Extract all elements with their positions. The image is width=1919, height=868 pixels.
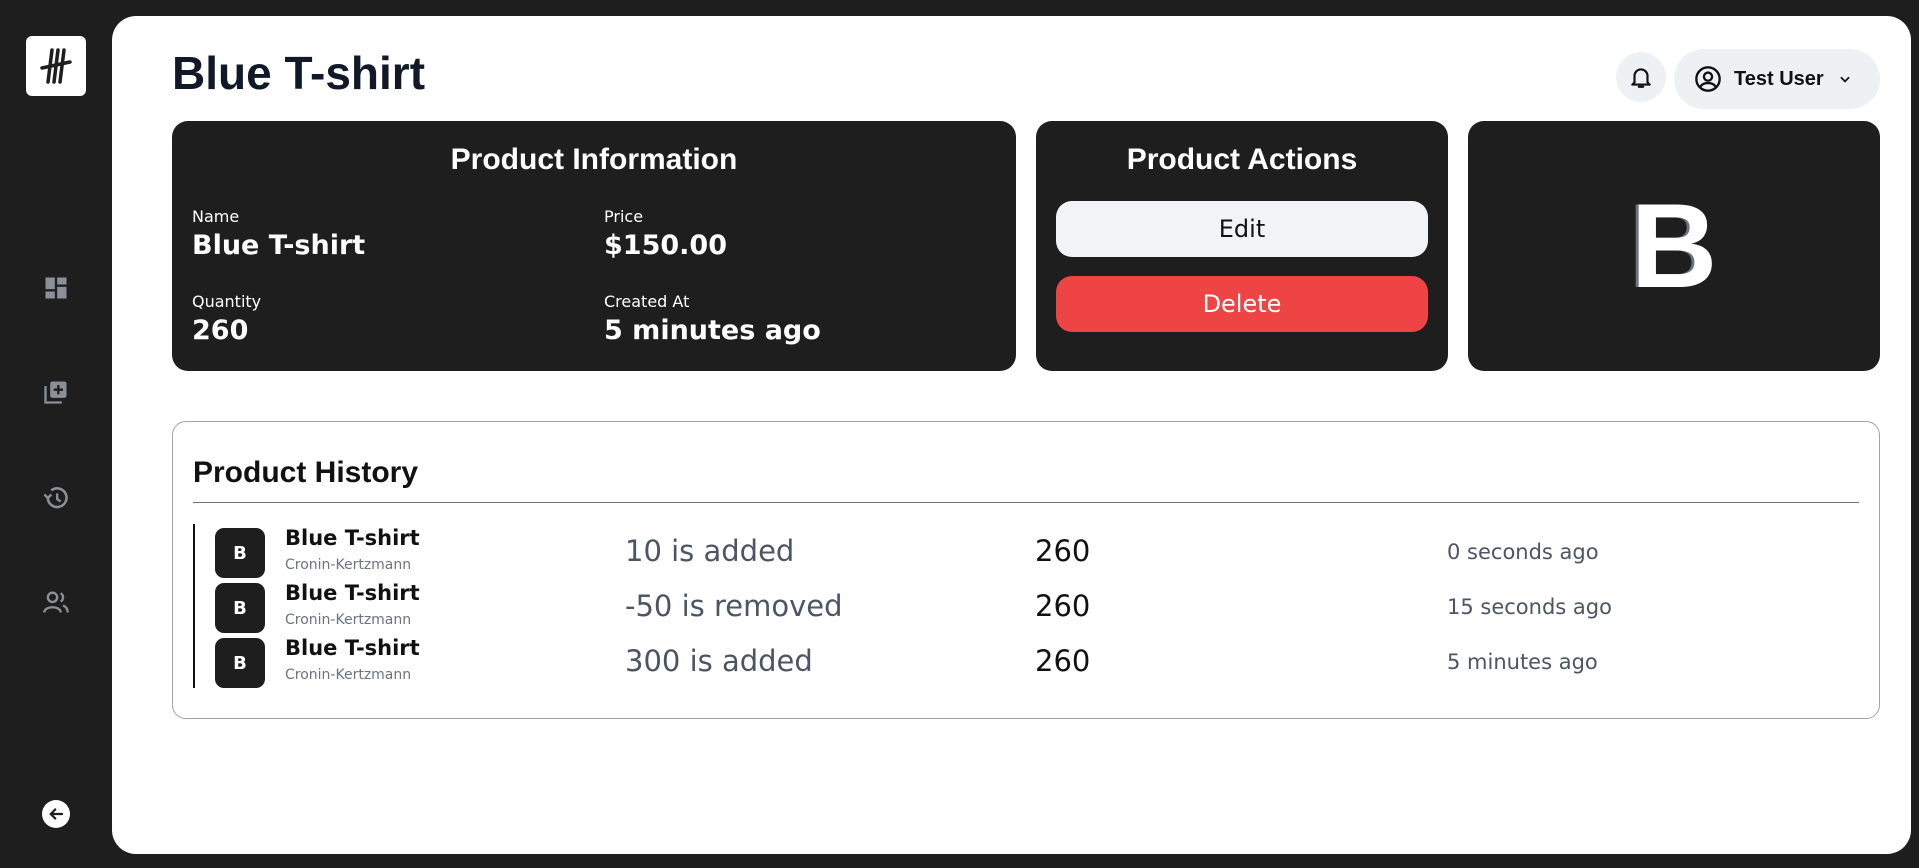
row-change: -50 is removed [625, 589, 843, 623]
product-history-panel: Product History B Blue T-shirt Cronin-Ke… [172, 421, 1880, 719]
history-row: B Blue T-shirt Cronin-Kertzmann -50 is r… [215, 581, 1855, 633]
sidebar [0, 0, 112, 868]
logout-button[interactable] [42, 800, 70, 828]
row-change: 300 is added [625, 644, 813, 678]
user-name: Test User [1734, 67, 1824, 90]
sidebar-item-users[interactable] [40, 586, 72, 618]
row-avatar: B [215, 638, 265, 688]
user-menu[interactable]: Test User [1674, 49, 1880, 109]
row-quantity: 260 [1035, 589, 1091, 623]
created-at-label: Created At [604, 292, 690, 311]
app-logo[interactable] [26, 36, 86, 96]
row-brand: Cronin-Kertzmann [285, 612, 412, 628]
user-circle-icon [1695, 66, 1721, 92]
row-time: 15 seconds ago [1447, 595, 1612, 619]
name-value: Blue T-shirt [192, 230, 366, 261]
name-field: Name Blue T-shirt [192, 207, 365, 261]
add-product-icon [44, 381, 67, 404]
row-brand: Cronin-Kertzmann [285, 557, 412, 573]
row-product-name: Blue T-shirt [285, 636, 420, 660]
edit-button[interactable]: Edit [1056, 201, 1428, 257]
quantity-field: Quantity 260 [192, 292, 261, 346]
divider [193, 502, 1859, 503]
product-history-title: Product History [193, 456, 419, 489]
row-product-name: Blue T-shirt [285, 581, 420, 605]
main-panel: Blue T-shirt Test User Product Informati… [112, 16, 1911, 854]
price-value: $150.00 [604, 230, 727, 261]
history-icon [43, 487, 68, 509]
product-actions-card: Product Actions Edit Delete [1036, 121, 1448, 371]
row-quantity: 260 [1035, 534, 1091, 568]
sidebar-item-add-product[interactable] [40, 376, 72, 408]
sidebar-item-dashboard[interactable] [40, 272, 72, 304]
price-label: Price [604, 207, 644, 226]
product-information-title: Product Information [450, 143, 738, 176]
row-avatar: B [215, 528, 265, 578]
product-information-card: Product Information Name Blue T-shirt Pr… [172, 121, 1016, 371]
created-at-field: Created At 5 minutes ago [604, 292, 821, 346]
page-title: Blue T-shirt [172, 47, 426, 99]
bell-icon [1631, 68, 1651, 88]
brand-logo-icon [40, 48, 72, 84]
chevron-down-icon [1839, 76, 1850, 83]
delete-button[interactable]: Delete [1056, 276, 1428, 332]
row-time: 5 minutes ago [1447, 650, 1598, 674]
quantity-value: 260 [192, 315, 249, 346]
row-product-name: Blue T-shirt [285, 526, 420, 550]
product-actions-title: Product Actions [1126, 143, 1358, 176]
users-icon [43, 591, 69, 613]
sidebar-item-history[interactable] [40, 482, 72, 514]
timeline-line [193, 524, 195, 688]
history-row: B Blue T-shirt Cronin-Kertzmann 10 is ad… [215, 526, 1855, 578]
quantity-label: Quantity [192, 292, 262, 311]
price-field: Price $150.00 [604, 207, 727, 261]
name-label: Name [192, 207, 240, 226]
notifications-button[interactable] [1616, 52, 1666, 102]
created-at-value: 5 minutes ago [604, 315, 821, 346]
row-quantity: 260 [1035, 644, 1091, 678]
dashboard-icon [45, 277, 67, 299]
history-row: B Blue T-shirt Cronin-Kertzmann 300 is a… [215, 636, 1855, 688]
product-initial: B [1630, 179, 1718, 313]
logout-icon [49, 808, 64, 820]
row-avatar: B [215, 583, 265, 633]
row-change: 10 is added [625, 534, 795, 568]
row-time: 0 seconds ago [1447, 540, 1599, 564]
row-brand: Cronin-Kertzmann [285, 667, 412, 683]
product-avatar-card: B [1468, 121, 1880, 371]
